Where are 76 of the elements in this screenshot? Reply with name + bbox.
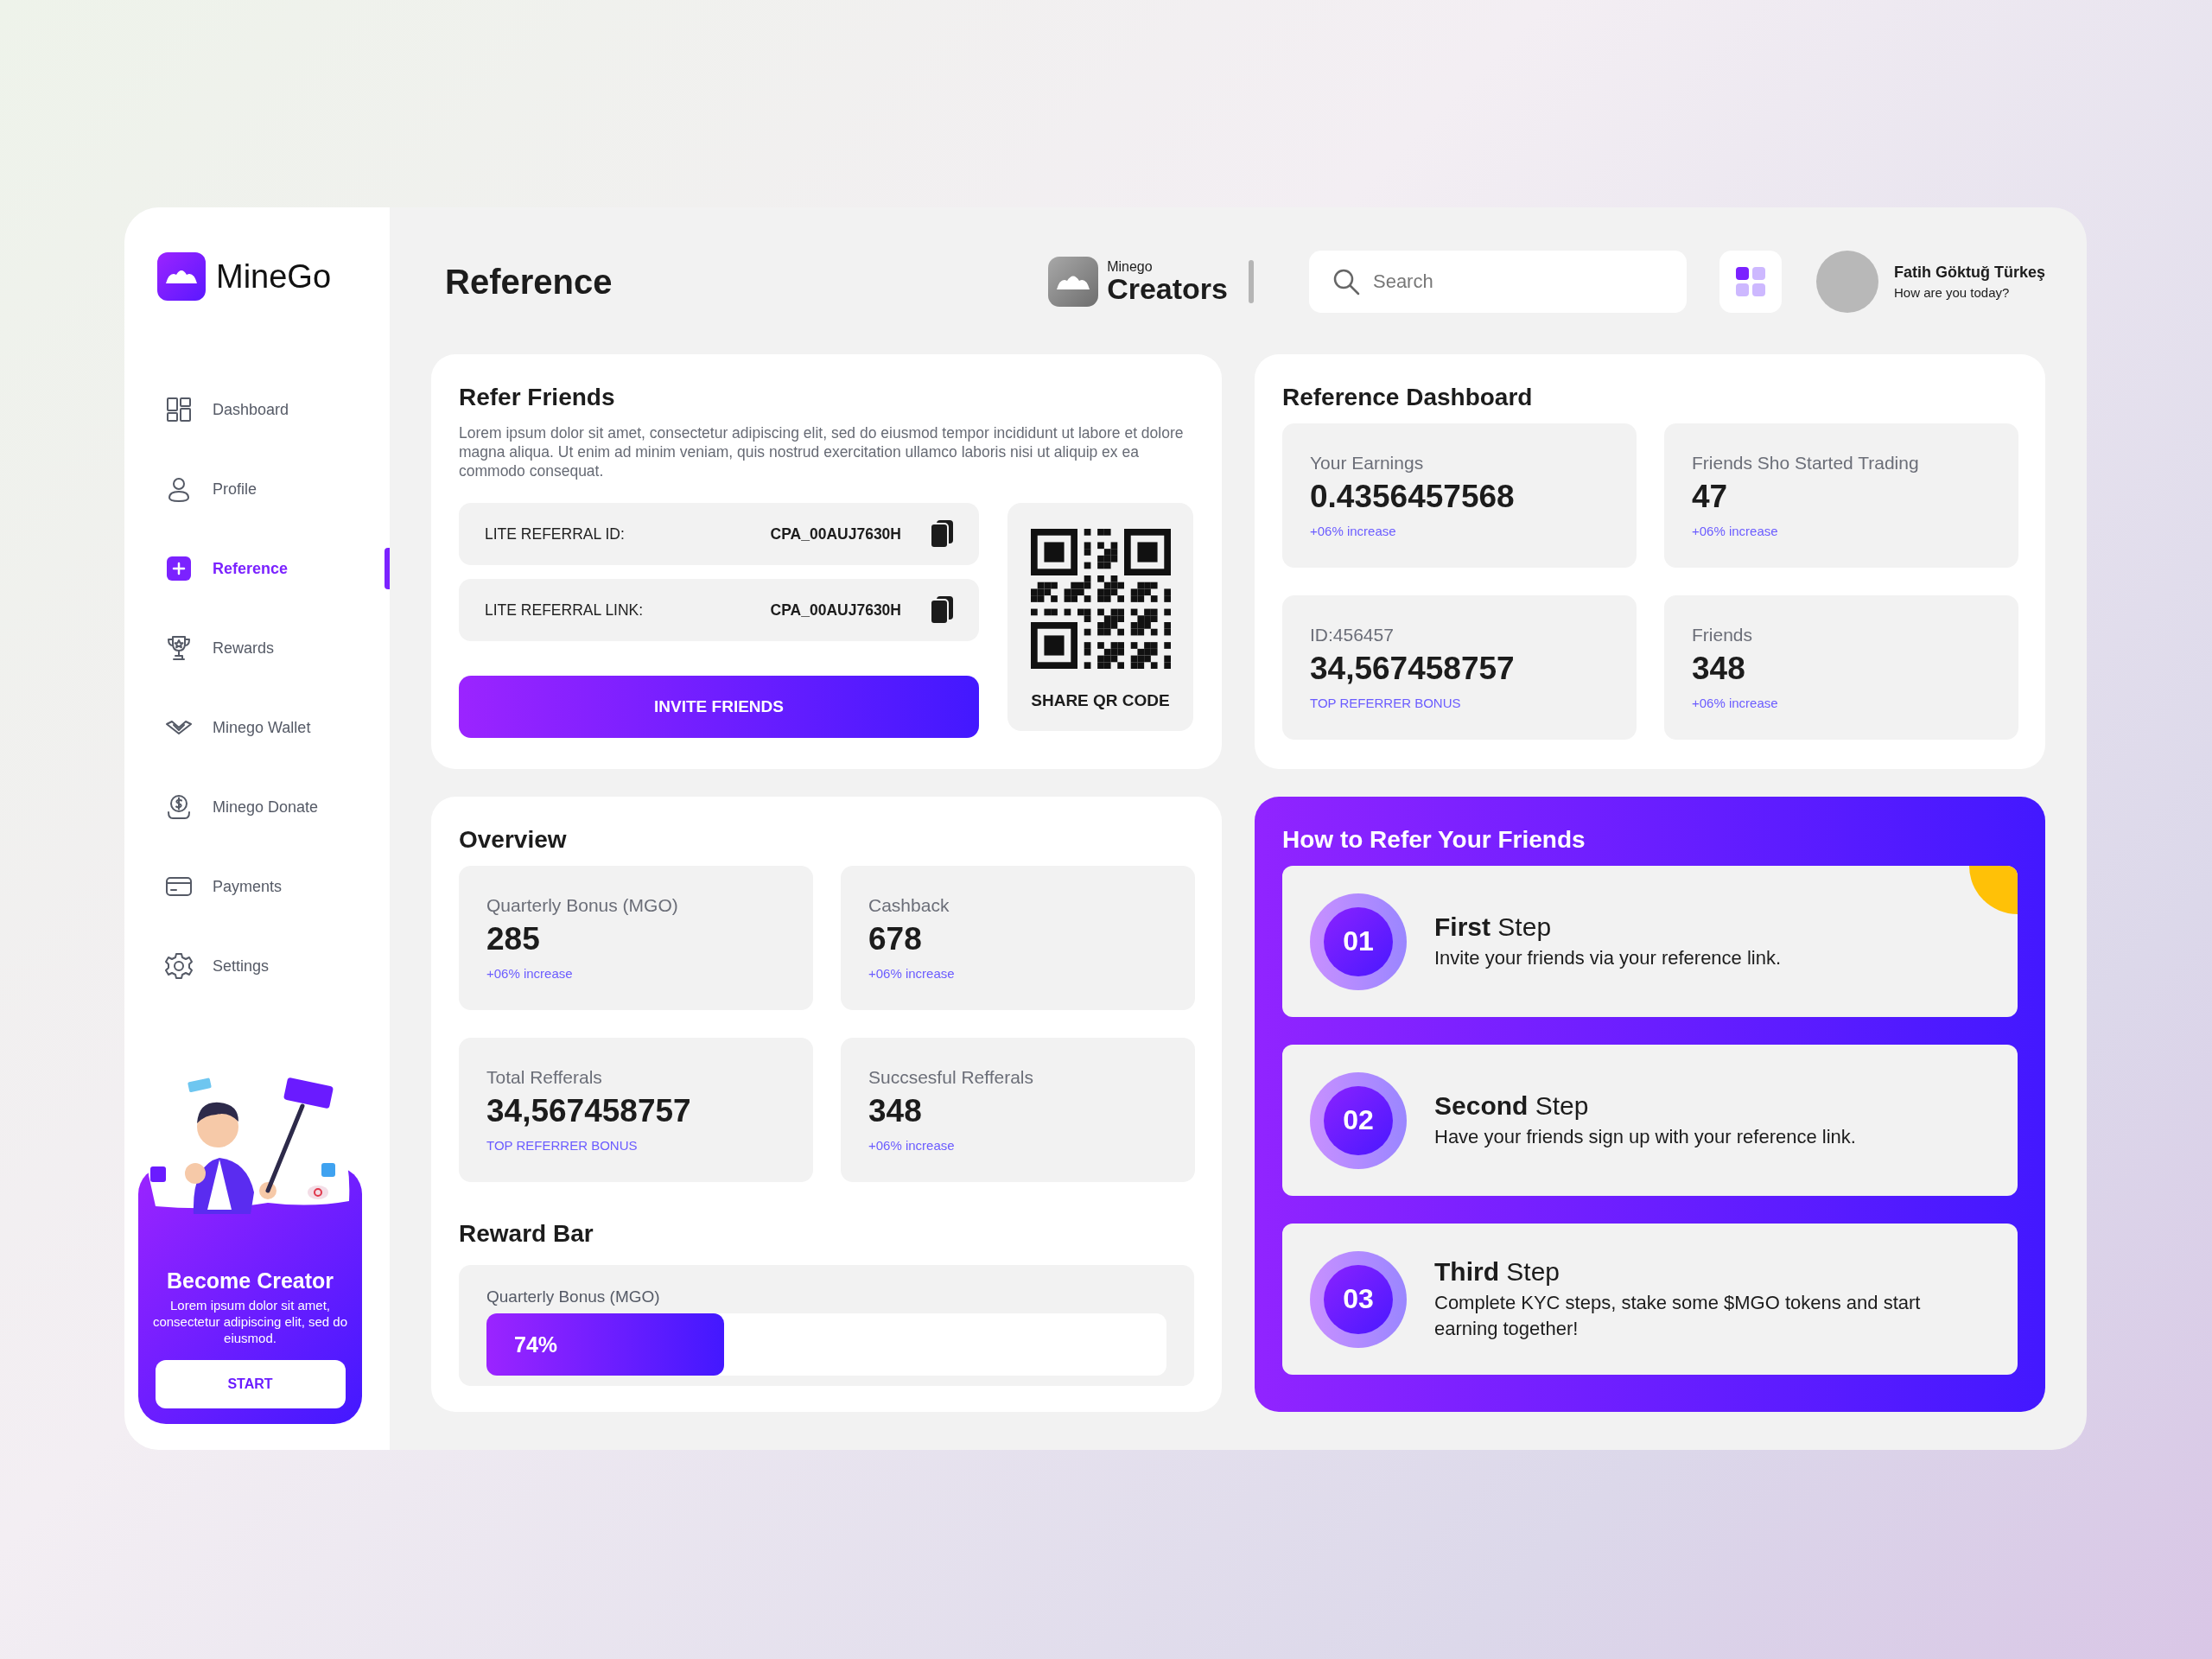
copy-icon[interactable]	[931, 596, 953, 624]
stat-note: +06% increase	[1692, 524, 1779, 538]
copy-icon[interactable]	[931, 520, 953, 548]
apps-button[interactable]	[1719, 251, 1782, 313]
user-greeting: How are you today?	[1893, 285, 2011, 300]
card-title: How to Refer Your Friends	[1282, 826, 1586, 854]
field-value: CPA_00AUJ7630H	[770, 601, 901, 620]
sidebar-item[interactable]: Dashboard	[124, 370, 390, 449]
stat-note: TOP REFERRER BONUS	[486, 1138, 639, 1153]
qr-card[interactable]: SHARE QR CODE	[1007, 503, 1193, 731]
dashboard-icon	[164, 395, 194, 424]
stat-note: +06% increase	[868, 966, 956, 981]
step-description: Invite your friends via your reference link.	[1434, 945, 1782, 970]
step-number-badge: 02	[1310, 1071, 1407, 1169]
sidebar-item[interactable]: Rewards	[124, 608, 390, 688]
field-label: LITE REFERRAL ID:	[485, 524, 626, 543]
stat-value: 0.4356457568	[1310, 479, 1516, 515]
stat-value: 348	[868, 1093, 923, 1129]
sidebar-item[interactable]: Reference	[124, 529, 390, 608]
sidebar-item[interactable]: Minego Wallet	[124, 688, 390, 767]
stat-note: +06% increase	[868, 1138, 956, 1153]
invite-friends-button[interactable]: INVITE FRIENDS	[459, 676, 979, 738]
description: Lorem ipsum dolor sit amet, consectetur adipiscing elit, sed do eiusmod tempor incididunt ut labore et dolore magna aliqua. Ut enim ad minim veniam, quis nostrud exercitation ullamco laboris nisi ut aliquip ex ea commodo consequat.	[459, 423, 1185, 480]
card-title: Reference Dashboard	[1282, 384, 1534, 411]
qr-label: SHARE QR CODE	[1031, 691, 1170, 710]
plus-icon	[164, 554, 194, 583]
stat-label: Succsesful Refferals	[868, 1067, 1035, 1088]
step-description: Complete KYC steps, stake some $MGO tokens and start earning together!	[1434, 1290, 1922, 1341]
stat-label: Friends Sho Started Trading	[1692, 453, 1920, 474]
stat-note: +06% increase	[486, 966, 574, 981]
stat-label: Total Refferals	[486, 1067, 603, 1088]
stat-label: Quarterly Bonus (MGO)	[486, 895, 679, 916]
brand-subtitle: Minego	[1107, 260, 1154, 274]
stat-label: Your Earnings	[1310, 453, 1425, 474]
card-title: Refer Friends	[459, 384, 616, 411]
stat-value: 47	[1692, 479, 1729, 515]
stat-value: 678	[868, 921, 923, 957]
stat-note: +06% increase	[1310, 524, 1397, 538]
progress-reading: 74%	[514, 1332, 558, 1358]
search-field[interactable]: Search	[1308, 251, 1687, 313]
start-button[interactable]: START	[155, 1360, 346, 1408]
brand-name: Creators	[1107, 274, 1228, 303]
user-name: Fatih Göktuğ Türkeş	[1893, 264, 2045, 282]
step-number-badge: 01	[1310, 893, 1407, 990]
progress-label: Quarterly Bonus (MGO)	[486, 1287, 661, 1306]
grid-icon	[1735, 267, 1765, 296]
card-title: Overview	[459, 826, 568, 854]
stat-value: 285	[486, 921, 541, 957]
sidebar-item[interactable]: Payments	[124, 847, 390, 926]
sidebar-item[interactable]: Profile	[124, 449, 390, 529]
field-value: CPA_00AUJ7630H	[770, 524, 901, 543]
sidebar-item[interactable]: Settings	[124, 926, 390, 1006]
step-title: Second Step	[1434, 1090, 1590, 1121]
stat-value: 34,567458757	[1310, 651, 1516, 687]
stat-label: ID:456457	[1310, 625, 1395, 645]
section-title: Reward Bar	[459, 1220, 594, 1248]
sidebar-item[interactable]: Minego Donate	[124, 767, 390, 847]
stat-label: Friends	[1692, 625, 1754, 645]
step-title: First Step	[1434, 912, 1553, 942]
logo-icon	[157, 252, 206, 301]
settings-icon	[164, 951, 194, 981]
promo-title: Become Creator	[166, 1268, 334, 1294]
step-number-badge: 03	[1310, 1250, 1407, 1348]
page-title: Reference	[445, 262, 613, 302]
brand-logo-icon	[1048, 257, 1099, 307]
logo-text: MineGo	[216, 257, 332, 296]
stat-label: Cashback	[868, 895, 950, 916]
field-label: LITE REFERRAL LINK:	[485, 601, 645, 620]
stat-note: TOP REFERRER BONUS	[1310, 696, 1462, 710]
stat-value: 348	[1692, 651, 1746, 687]
active-indicator	[385, 548, 390, 589]
promo-text: Lorem ipsum dolor sit amet, consectetur adipiscing elit, sed do eiusmod.	[152, 1297, 348, 1346]
step-description: Have your friends sign up with your reference link.	[1434, 1124, 1856, 1149]
stat-value: 34,567458757	[486, 1093, 692, 1129]
step-title: Third Step	[1434, 1256, 1561, 1287]
stat-note: +06% increase	[1692, 696, 1779, 710]
